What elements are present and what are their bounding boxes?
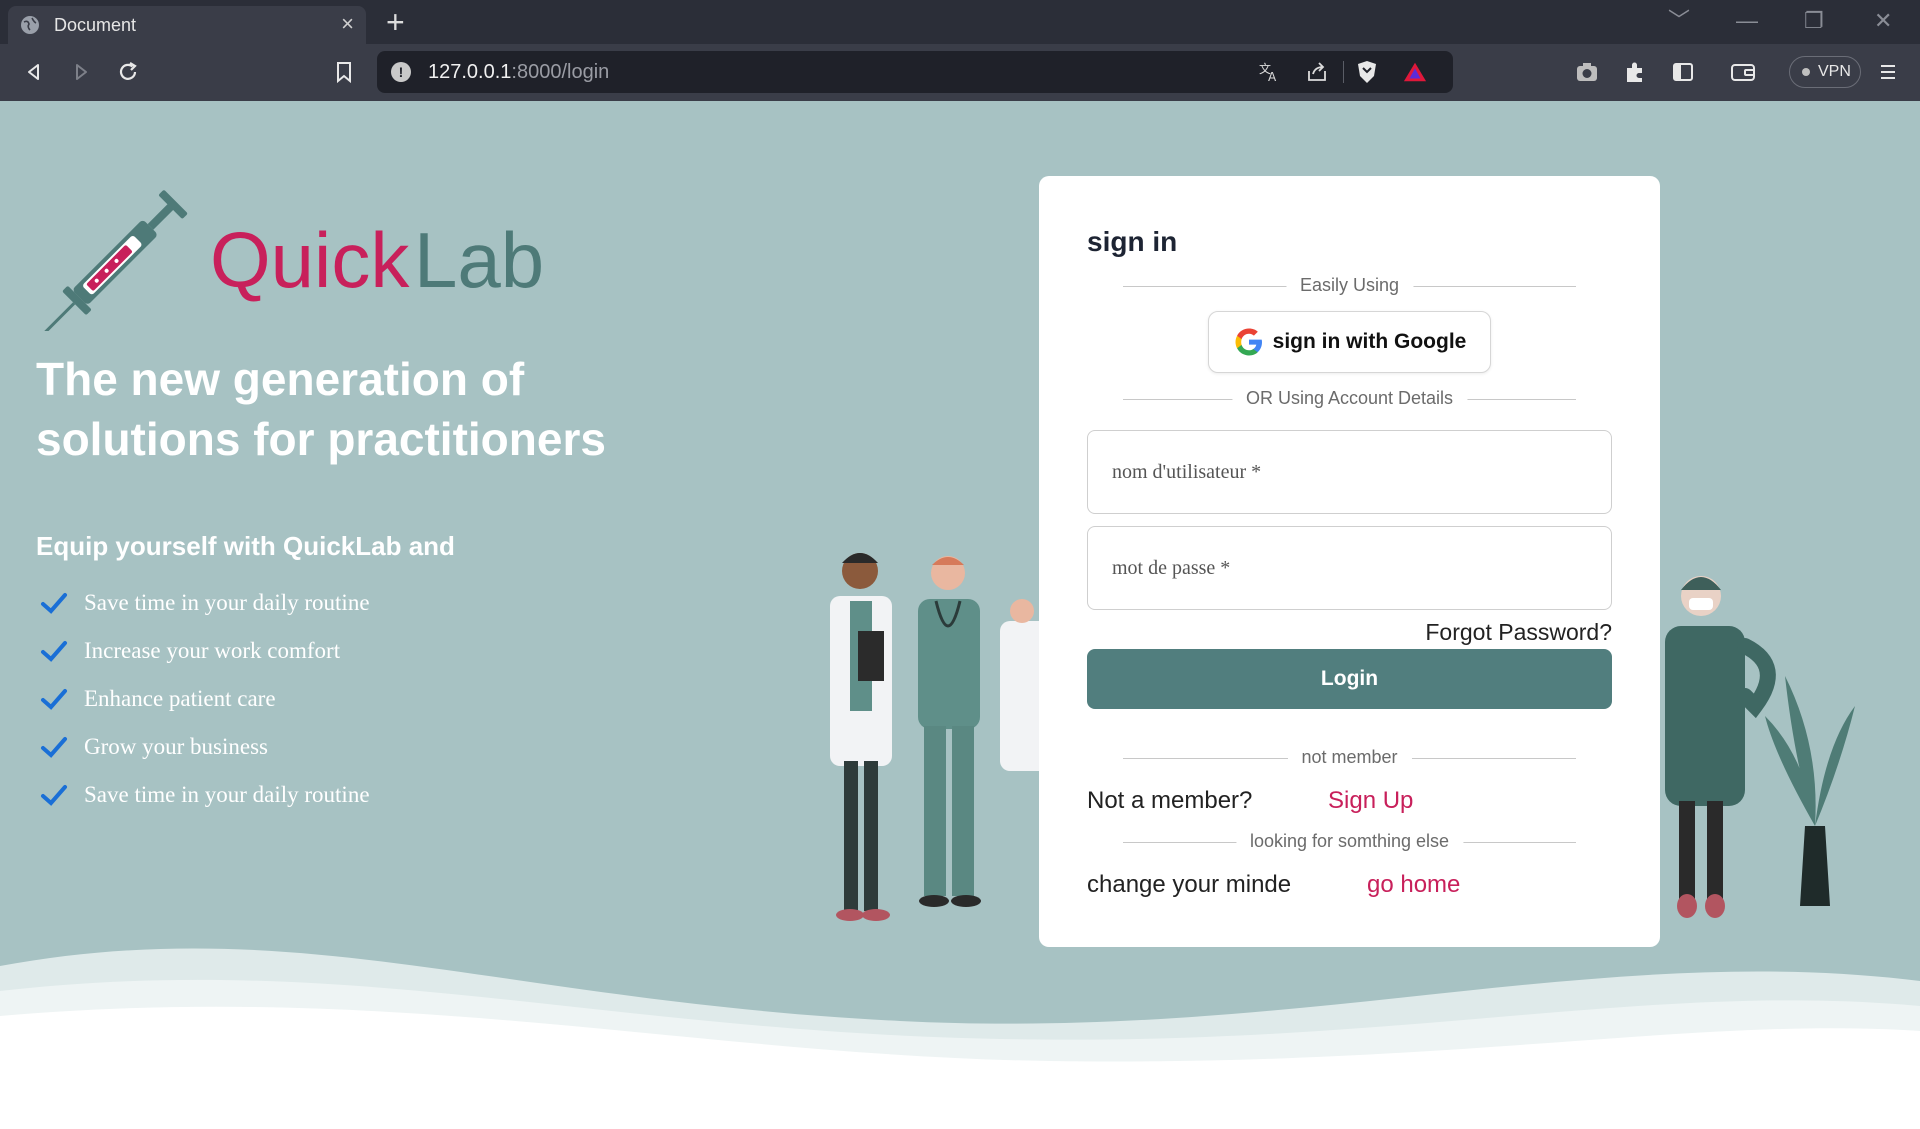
sign-in-title: sign in [1087,226,1178,257]
go-home-link[interactable]: go home [1367,871,1460,899]
feature-item: Enhance patient care [40,675,370,723]
nurse-illustration [1665,576,1855,918]
translate-icon[interactable]: 文A [1257,60,1281,84]
feature-list: Save time in your daily routine Increase… [40,579,370,819]
forward-icon[interactable] [67,58,95,86]
hero-subtitle: Equip yourself with QuickLab and [36,531,455,561]
vpn-button[interactable]: VPN [1789,56,1861,88]
username-field[interactable] [1087,430,1612,514]
screenshot-icon[interactable] [1573,58,1601,86]
login-button[interactable]: Login [1087,649,1612,709]
url-text[interactable]: 127.0.0.1:8000/login [428,61,609,84]
bookmark-icon[interactable] [330,58,358,86]
syringe-icon [40,190,188,331]
account-details-divider: OR Using Account Details [1123,388,1576,409]
checkmark-icon [41,737,67,758]
close-tab-icon[interactable]: × [341,13,354,35]
browser-tab[interactable]: Document × [8,6,366,44]
looking-divider: looking for somthing else [1123,831,1576,852]
not-member-text: Not a member? [1087,787,1253,814]
google-button-label: sign in with Google [1272,330,1467,353]
svg-text:A: A [1268,70,1277,83]
forgot-password-link[interactable]: Forgot Password? [1425,619,1612,646]
feature-item: Increase your work comfort [40,627,370,675]
checkmark-icon [41,641,67,662]
background-wave [0,948,1920,1129]
tab-title: Document [54,15,137,35]
browser-toolbar: ! 127.0.0.1:8000/login 文A VPN [0,44,1920,101]
feature-item: Save time in your daily routine [40,579,370,627]
google-icon [1235,328,1262,356]
sign-up-link[interactable]: Sign Up [1328,787,1413,815]
password-field[interactable] [1087,526,1612,610]
hero-title: The new generation of solutions for prac… [36,353,606,465]
address-bar[interactable]: ! 127.0.0.1:8000/login 文A [377,51,1453,93]
minimize-icon[interactable]: — [1736,8,1758,34]
menu-icon[interactable] [1874,58,1902,86]
logo-lab-text: Lab [414,216,545,304]
globe-icon [21,16,39,34]
restore-icon[interactable]: ❐ [1804,8,1824,34]
login-card: sign in Easily Using sign in with Google… [1039,176,1660,947]
site-info-icon[interactable]: ! [391,62,411,82]
share-icon[interactable] [1305,60,1329,84]
logo-quick-text: Quick [210,216,410,304]
feature-item: Save time in your daily routine [40,771,370,819]
change-mind-text: change your minde [1087,871,1292,898]
browser-tab-bar: Document × + ﹀ — ❐ ✕ [0,0,1920,44]
reload-icon[interactable] [114,58,142,86]
quicklab-logo[interactable]: Quick Lab [40,171,560,331]
easily-using-divider: Easily Using [1123,275,1576,296]
feature-item: Grow your business [40,723,370,771]
back-icon[interactable] [20,58,48,86]
new-tab-button[interactable]: + [386,4,405,40]
checkmark-icon [41,785,67,806]
extensions-icon[interactable] [1621,58,1649,86]
not-member-divider: not member [1123,747,1576,768]
google-sign-in-button[interactable]: sign in with Google [1208,311,1491,373]
wallet-icon[interactable] [1729,58,1757,86]
login-page: Quick Lab The new generation of solution… [0,101,1920,1129]
checkmark-icon [41,689,67,710]
username-input[interactable] [1088,431,1611,513]
brave-shield-icon[interactable] [1355,60,1379,84]
doctors-illustration [830,553,1050,921]
brave-rewards-icon[interactable] [1403,60,1427,84]
window-close-icon[interactable]: ✕ [1874,8,1892,34]
checkmark-icon [41,593,67,614]
sidebar-icon[interactable] [1669,58,1697,86]
url-divider [1343,61,1344,83]
password-input[interactable] [1088,527,1611,609]
tab-search-icon[interactable]: ﹀ [1668,8,1690,34]
